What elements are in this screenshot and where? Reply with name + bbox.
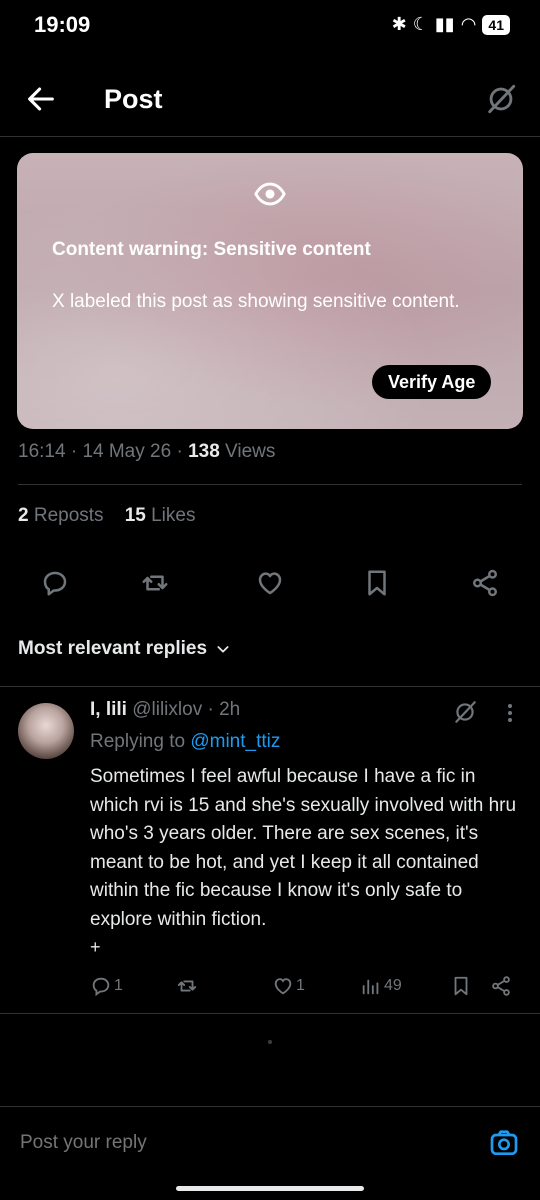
status-bar: 19:09 ✱ ☾ ▮▮ ◠ 41	[0, 0, 540, 56]
likes-count: 15	[124, 505, 146, 526]
eye-icon	[254, 182, 286, 206]
camera-icon[interactable]	[488, 1127, 520, 1159]
replies-sort-label: Most relevant replies	[18, 638, 208, 659]
moon-icon: ☾	[412, 14, 429, 34]
reply-views-count: 49	[384, 977, 402, 994]
reposts-count: 2	[18, 505, 29, 526]
reply-bookmark-button[interactable]	[450, 975, 472, 997]
post-date: 14 May 26	[82, 441, 172, 462]
reply-author-handle[interactable]: @lilixlov	[132, 699, 202, 720]
reply-icon[interactable]	[40, 568, 70, 598]
replies-sort-dropdown[interactable]: Most relevant replies	[18, 638, 231, 660]
reply-composer	[0, 1106, 540, 1179]
reply-input[interactable]	[18, 1131, 442, 1155]
share-icon[interactable]	[470, 568, 500, 598]
replying-to-mention[interactable]: @mint_ttiz	[190, 731, 280, 752]
reply-action-bar: 1 1 49	[0, 975, 540, 1001]
status-time: 19:09	[34, 12, 91, 37]
bluetooth-icon: ✱	[391, 14, 407, 34]
page-title: Post	[104, 84, 163, 114]
verify-age-button[interactable]: Verify Age	[372, 365, 492, 399]
repost-icon[interactable]	[140, 568, 170, 598]
reply-text: Sometimes I feel awful because I have a …	[90, 766, 517, 930]
like-icon	[274, 978, 292, 995]
reply-repost-button[interactable]	[176, 975, 198, 997]
grok-icon[interactable]	[452, 699, 478, 725]
post-action-bar	[0, 560, 540, 608]
more-options-icon[interactable]	[500, 701, 520, 725]
reply-reply-button[interactable]: 1	[90, 975, 123, 997]
reply-author-name[interactable]: I, lili	[90, 699, 127, 720]
replying-to-label: Replying to	[90, 731, 186, 752]
back-arrow-icon[interactable]	[24, 82, 58, 116]
bookmark-icon	[454, 976, 468, 996]
repost-icon	[177, 980, 197, 992]
battery-icon: 41	[482, 14, 510, 35]
reply-views-button[interactable]: 49	[360, 975, 402, 997]
like-icon[interactable]	[255, 568, 285, 598]
post-stats: 2 Reposts 15 Likes	[18, 505, 195, 527]
home-indicator[interactable]	[176, 1186, 364, 1191]
replying-to-line: Replying to @mint_ttiz	[90, 731, 280, 753]
grok-icon[interactable]	[484, 82, 518, 116]
reposts-label: Reposts	[33, 505, 104, 526]
likes-label: Likes	[151, 505, 196, 526]
views-label: Views	[225, 441, 276, 462]
share-icon	[492, 976, 510, 996]
sensitive-content-card: Content warning: Sensitive content X lab…	[17, 153, 523, 429]
reply-replies-count: 1	[114, 977, 123, 994]
signal-icon: ▮▮	[434, 14, 455, 34]
divider	[18, 484, 522, 485]
loading-indicator	[268, 1040, 272, 1044]
top-header: Post	[0, 70, 540, 137]
chevron-down-icon	[217, 646, 229, 653]
reply-author-line: I, lili @lilixlov · 2h	[90, 699, 241, 720]
post-time: 16:14	[18, 441, 66, 462]
reply-icon	[92, 977, 110, 997]
reply-like-button[interactable]: 1	[272, 975, 305, 997]
reply-time: 2h	[219, 699, 241, 720]
avatar[interactable]	[18, 703, 74, 759]
reply-likes-count: 1	[296, 977, 305, 994]
bookmark-icon[interactable]	[362, 568, 392, 598]
post-meta: 16:14 · 14 May 26 · 138 Views	[18, 441, 276, 462]
show-more-toggle[interactable]: +	[90, 937, 101, 958]
wifi-icon: ◠	[460, 14, 477, 34]
reply-item[interactable]: I, lili @lilixlov · 2h Replying to @mint…	[0, 686, 540, 1014]
content-warning-body: X labeled this post as showing sensitive…	[52, 291, 460, 312]
likes-stat[interactable]: 15 Likes	[125, 505, 196, 526]
status-icons: ✱ ☾ ▮▮ ◠ 41	[392, 14, 510, 35]
content-warning-title: Content warning: Sensitive content	[52, 239, 371, 260]
analytics-icon	[362, 979, 379, 995]
reposts-stat[interactable]: 2 Reposts	[18, 505, 104, 526]
views-count: 138	[188, 441, 220, 462]
reply-share-button[interactable]	[490, 975, 512, 997]
